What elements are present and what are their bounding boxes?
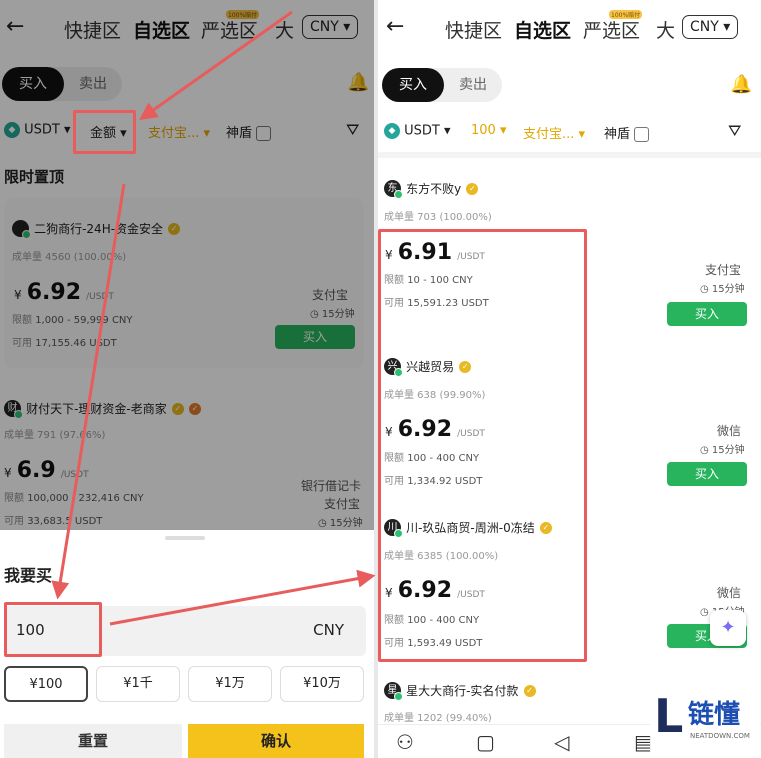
annotation-arrows <box>51 10 376 626</box>
arrow-to-amount-input <box>51 183 126 600</box>
arrow-to-amount-filter <box>139 10 293 121</box>
arrow-to-results <box>109 569 376 626</box>
